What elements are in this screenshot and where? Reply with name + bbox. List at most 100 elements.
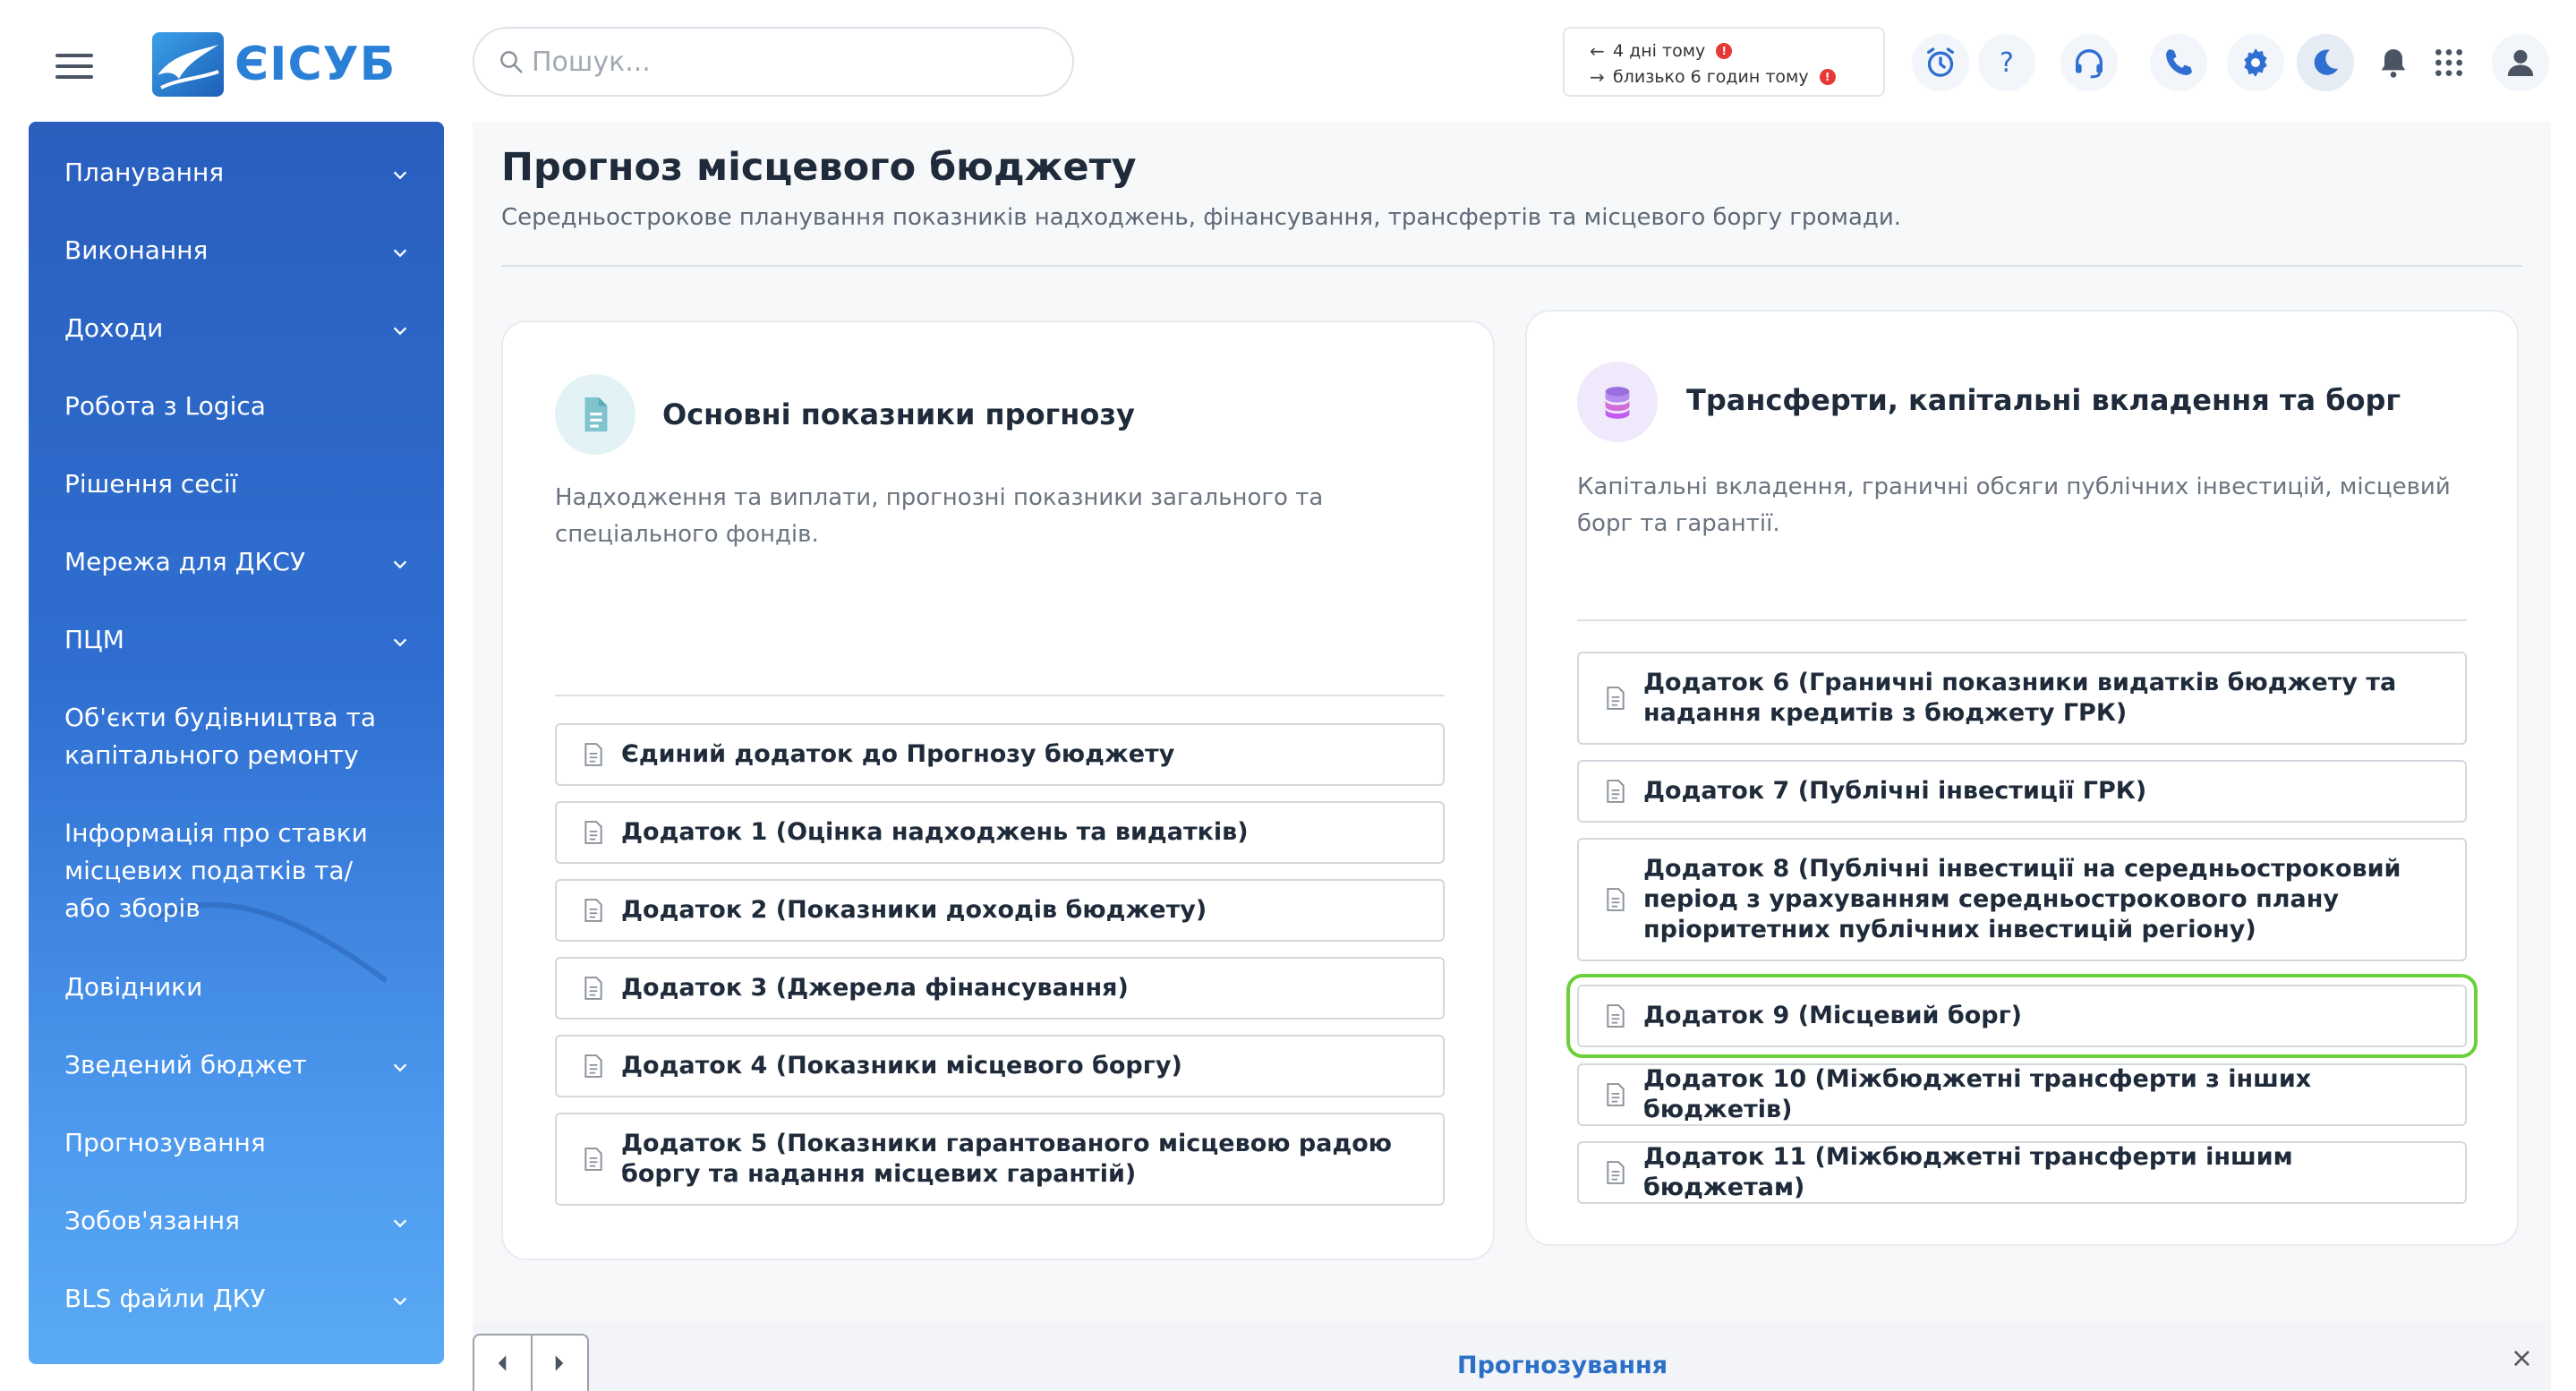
page-subtitle: Середньострокове планування показників н… bbox=[501, 204, 1902, 231]
search-box[interactable] bbox=[473, 27, 1074, 97]
tab-scroll-left-button[interactable] bbox=[474, 1336, 531, 1391]
appendix-5-button[interactable]: Додаток 5 (Показники гарантованого місце… bbox=[555, 1113, 1445, 1206]
button-label: Додаток 5 (Показники гарантованого місце… bbox=[621, 1130, 1393, 1188]
appendix-1-button[interactable]: Додаток 1 (Оцінка надходжень та видатків… bbox=[555, 801, 1445, 864]
page-title: Прогноз місцевого бюджету bbox=[501, 145, 1137, 190]
appendix-10-button[interactable]: Додаток 10 (Міжбюджетні трансферти з інш… bbox=[1577, 1063, 2467, 1126]
sidebar-item-local-tax-rates[interactable]: Інформація про ставки місцевих податків … bbox=[29, 815, 444, 927]
sidebar-item-construction-objects[interactable]: Об'єкти будівництва та капітального ремо… bbox=[29, 699, 444, 774]
sidebar-item-label: Інформація про ставки місцевих податків … bbox=[64, 818, 368, 923]
chevron-down-icon bbox=[393, 327, 407, 336]
button-label: Додаток 3 (Джерела фінансування) bbox=[621, 974, 1129, 1002]
sidebar-item-session-decisions[interactable]: Рішення сесії bbox=[29, 465, 444, 503]
appendix-unified-button[interactable]: Єдиний додаток до Прогнозу бюджету bbox=[555, 723, 1445, 786]
arrow-left-icon: ← bbox=[1590, 39, 1605, 62]
file-icon bbox=[584, 743, 602, 766]
help-icon[interactable]: ? bbox=[1978, 34, 2035, 91]
caret-right-icon bbox=[556, 1355, 564, 1371]
search-input[interactable] bbox=[532, 46, 1033, 78]
sidebar-item-consolidated-budget[interactable]: Зведений бюджет bbox=[29, 1046, 444, 1084]
sidebar-item-label: Доходи bbox=[64, 313, 164, 343]
sidebar-item-label: BLS файли ДКУ bbox=[64, 1284, 266, 1313]
file-icon bbox=[584, 899, 602, 922]
caret-left-icon bbox=[499, 1355, 507, 1371]
sidebar-item-obligations[interactable]: Зобов'язання bbox=[29, 1202, 444, 1240]
moon-icon[interactable] bbox=[2297, 34, 2354, 91]
appendix-2-button[interactable]: Додаток 2 (Показники доходів бюджету) bbox=[555, 879, 1445, 942]
file-icon bbox=[1607, 780, 1625, 803]
divider bbox=[555, 695, 1445, 696]
button-label: Додаток 11 (Міжбюджетні трансферти іншим… bbox=[1643, 1143, 2293, 1201]
main-content: Прогноз місцевого бюджету Середньостроко… bbox=[473, 122, 2551, 1321]
card-title: Трансферти, капітальні вкладення та борг bbox=[1686, 383, 2401, 417]
file-icon bbox=[584, 1054, 602, 1078]
sidebar-item-dksu-network[interactable]: Мережа для ДКСУ bbox=[29, 543, 444, 581]
sidebar-item-label: ПЦМ bbox=[64, 625, 124, 654]
chevron-down-icon bbox=[393, 171, 407, 180]
appendix-6-button[interactable]: Додаток 6 (Граничні показники видатків б… bbox=[1577, 652, 2467, 745]
bell-icon[interactable] bbox=[2365, 34, 2422, 91]
card-description: Капітальні вкладення, граничні обсяги пу… bbox=[1577, 474, 2451, 537]
sidebar-item-forecasting[interactable]: Прогнозування bbox=[29, 1124, 444, 1162]
chevron-down-icon bbox=[393, 249, 407, 258]
sidebar-item-label: Мережа для ДКСУ bbox=[64, 547, 306, 576]
top-bar: ЄІСУБ ← 4 дні тому ! → близько 6 годин т… bbox=[0, 0, 2576, 122]
alert-badge: ! bbox=[1716, 42, 1733, 59]
file-icon bbox=[1607, 1004, 1625, 1028]
coins-stack-icon bbox=[1577, 362, 1658, 442]
document-icon bbox=[555, 374, 635, 455]
menu-toggle-icon[interactable] bbox=[55, 54, 93, 79]
chevron-down-icon bbox=[393, 560, 407, 569]
sidebar-item-directories[interactable]: Довідники bbox=[29, 969, 444, 1006]
file-icon bbox=[584, 977, 602, 1000]
appendix-3-button[interactable]: Додаток 3 (Джерела фінансування) bbox=[555, 957, 1445, 1020]
appendix-9-button[interactable]: Додаток 9 (Місцевий борг) bbox=[1566, 974, 2478, 1058]
logo[interactable]: ЄІСУБ bbox=[152, 32, 396, 97]
phone-icon[interactable] bbox=[2150, 34, 2207, 91]
history-back-item[interactable]: ← 4 дні тому ! bbox=[1590, 38, 1883, 64]
file-icon bbox=[584, 1148, 602, 1171]
logo-text: ЄІСУБ bbox=[235, 38, 397, 91]
sidebar-item-pcm[interactable]: ПЦМ bbox=[29, 621, 444, 659]
tab-scroll-controls bbox=[473, 1334, 589, 1391]
sidebar-item-planning[interactable]: Планування bbox=[29, 154, 444, 192]
gear-icon[interactable] bbox=[2227, 34, 2284, 91]
file-icon bbox=[1607, 888, 1625, 911]
user-icon[interactable] bbox=[2492, 34, 2549, 91]
file-icon bbox=[1607, 687, 1625, 710]
logo-bird-icon bbox=[152, 32, 224, 97]
button-label: Додаток 7 (Публічні інвестиції ГРК) bbox=[1643, 777, 2147, 805]
sidebar-item-label: Зобов'язання bbox=[64, 1206, 241, 1235]
svg-text:?: ? bbox=[2000, 47, 2014, 79]
sidebar-item-label: Об'єкти будівництва та капітального ремо… bbox=[64, 703, 377, 770]
apps-grid-icon[interactable] bbox=[2420, 34, 2478, 91]
chevron-down-icon bbox=[393, 1063, 407, 1072]
sidebar-item-label: Довідники bbox=[64, 972, 203, 1002]
headset-icon[interactable] bbox=[2060, 34, 2118, 91]
alert-badge: ! bbox=[1819, 68, 1836, 85]
alarm-clock-icon[interactable] bbox=[1912, 34, 1969, 91]
tab-scroll-right-button[interactable] bbox=[530, 1336, 587, 1391]
file-icon bbox=[1607, 1083, 1625, 1106]
sidebar-item-bls-files[interactable]: BLS файли ДКУ bbox=[29, 1280, 444, 1318]
tab-forecasting[interactable]: Прогнозування bbox=[1457, 1352, 1668, 1379]
history-forward-item[interactable]: → близько 6 годин тому ! bbox=[1590, 64, 1883, 90]
button-label: Додаток 10 (Міжбюджетні трансферти з інш… bbox=[1643, 1065, 2312, 1123]
bottom-tab-bar: Прогнозування × bbox=[473, 1321, 2551, 1391]
appendix-8-button[interactable]: Додаток 8 (Публічні інвестиції на середн… bbox=[1577, 838, 2467, 961]
button-label: Додаток 1 (Оцінка надходжень та видатків… bbox=[621, 818, 1249, 846]
card-description: Надходження та виплати, прогнозні показн… bbox=[555, 484, 1324, 548]
sidebar-item-revenues[interactable]: Доходи bbox=[29, 310, 444, 347]
button-label: Додаток 4 (Показники місцевого боргу) bbox=[621, 1052, 1182, 1080]
sidebar-item-execution[interactable]: Виконання bbox=[29, 232, 444, 269]
appendix-4-button[interactable]: Додаток 4 (Показники місцевого боргу) bbox=[555, 1035, 1445, 1097]
appendix-7-button[interactable]: Додаток 7 (Публічні інвестиції ГРК) bbox=[1577, 760, 2467, 823]
file-icon bbox=[1607, 1161, 1625, 1184]
forecast-indicators-card: Основні показники прогнозу Надходження т… bbox=[501, 320, 1495, 1260]
arrow-right-icon: → bbox=[1590, 65, 1605, 88]
close-icon[interactable]: × bbox=[2511, 1343, 2533, 1374]
sidebar-item-logica[interactable]: Робота з Logica bbox=[29, 388, 444, 425]
appendix-11-button[interactable]: Додаток 11 (Міжбюджетні трансферти іншим… bbox=[1577, 1141, 2467, 1204]
navigation-history: ← 4 дні тому ! → близько 6 годин тому ! bbox=[1563, 27, 1885, 97]
sidebar-item-label: Робота з Logica bbox=[64, 391, 266, 421]
